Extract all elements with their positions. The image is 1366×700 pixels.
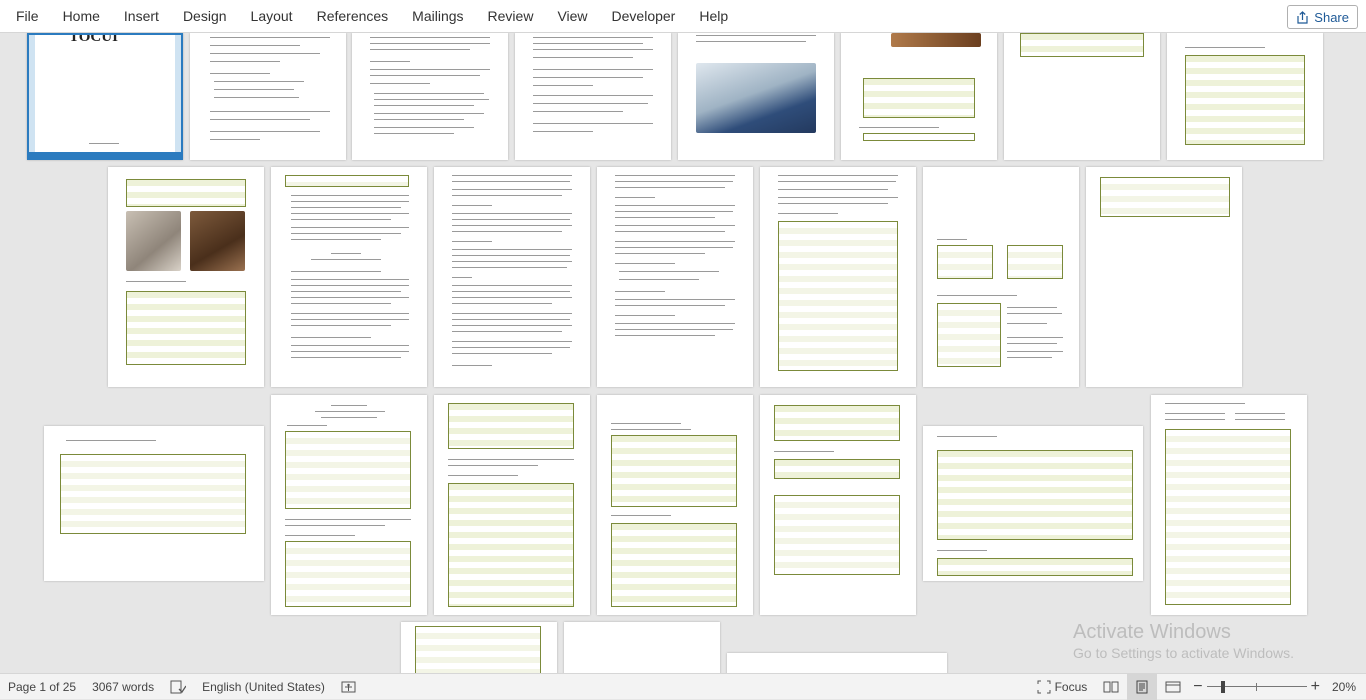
tab-insert[interactable]: Insert	[112, 0, 171, 33]
page18-table-2	[448, 483, 574, 607]
page-24[interactable]	[564, 622, 720, 673]
page16-table	[60, 454, 246, 534]
page15-table	[1100, 177, 1230, 217]
read-mode-icon	[1103, 681, 1119, 693]
page-5[interactable]	[678, 33, 834, 160]
page-19[interactable]	[597, 395, 753, 615]
focus-icon	[1037, 680, 1051, 693]
page-20[interactable]	[760, 395, 916, 615]
page-7[interactable]	[1004, 33, 1160, 160]
proofing-icon	[170, 680, 187, 694]
page6-table	[863, 78, 975, 118]
page-6[interactable]	[841, 33, 997, 160]
page7-table	[1020, 33, 1144, 57]
share-button[interactable]: Share	[1287, 5, 1358, 29]
zoom-slider[interactable]	[1206, 680, 1307, 694]
word-count[interactable]: 3067 words	[84, 680, 162, 694]
fabric-photo-1	[126, 211, 181, 271]
print-layout-button[interactable]	[1127, 673, 1158, 700]
read-mode-button[interactable]	[1095, 679, 1127, 694]
zoom-out-button[interactable]: −	[1189, 678, 1206, 696]
page-1[interactable]: TOCUI	[27, 33, 183, 160]
page-8[interactable]	[1167, 33, 1323, 160]
page6-table-2	[863, 133, 975, 141]
page19-table	[611, 435, 737, 507]
focus-button[interactable]: Focus	[1029, 680, 1096, 694]
tab-design[interactable]: Design	[171, 0, 239, 33]
print-layout-icon	[1136, 680, 1148, 693]
accessibility-indicator[interactable]	[333, 679, 365, 694]
page14-table-2	[1007, 245, 1063, 279]
tab-references[interactable]: References	[305, 0, 401, 33]
page21-table-2	[937, 558, 1133, 576]
page-11[interactable]	[434, 167, 590, 387]
page-9[interactable]	[108, 167, 264, 387]
tab-file[interactable]: File	[0, 0, 51, 33]
page17-table-2	[285, 541, 411, 607]
page20-table-3	[774, 495, 900, 575]
page14-table	[937, 245, 993, 279]
page-3[interactable]	[352, 33, 508, 160]
status-bar: Page 1 of 25 3067 words English (United …	[0, 673, 1366, 700]
page10-table	[285, 175, 409, 187]
page20-table	[774, 405, 900, 441]
page6-photo	[891, 33, 981, 47]
page-13[interactable]	[760, 167, 916, 387]
zoom-in-button[interactable]: +	[1307, 678, 1324, 696]
watermark-title: Activate Windows	[1073, 621, 1231, 643]
page9-table	[126, 179, 246, 207]
ribbon: File Home Insert Design Layout Reference…	[0, 0, 1366, 33]
page14-table-3	[937, 303, 1001, 367]
document-canvas[interactable]: TOCUI	[0, 33, 1366, 673]
tab-layout[interactable]: Layout	[239, 0, 305, 33]
share-icon	[1297, 10, 1308, 24]
focus-label: Focus	[1054, 679, 1088, 694]
page-21[interactable]	[923, 426, 1143, 581]
accessibility-icon	[341, 681, 356, 693]
page-10[interactable]	[271, 167, 427, 387]
tab-developer[interactable]: Developer	[600, 0, 688, 33]
page18-table	[448, 403, 574, 449]
tab-review[interactable]: Review	[476, 0, 546, 33]
page13-table	[778, 221, 898, 371]
page-count[interactable]: Page 1 of 25	[0, 680, 84, 694]
language-indicator[interactable]: English (United States)	[194, 680, 333, 694]
tab-help[interactable]: Help	[687, 0, 740, 33]
tab-home[interactable]: Home	[51, 0, 112, 33]
cover-title: TOCUI	[69, 33, 118, 45]
page-14[interactable]	[923, 167, 1079, 387]
product-photo	[696, 63, 816, 133]
page-23[interactable]	[401, 622, 557, 673]
page-22[interactable]	[1151, 395, 1307, 615]
page-18[interactable]	[434, 395, 590, 615]
page-25[interactable]	[727, 653, 947, 673]
page-17[interactable]	[271, 395, 427, 615]
share-label: Share	[1314, 9, 1349, 25]
fabric-photo-2	[190, 211, 245, 271]
page-2[interactable]	[190, 33, 346, 160]
page20-table-2	[774, 459, 900, 479]
zoom-level[interactable]: 20%	[1324, 680, 1366, 694]
page19-table-2	[611, 523, 737, 607]
tab-mailings[interactable]: Mailings	[400, 0, 475, 33]
zoom-thumb[interactable]	[1220, 680, 1225, 693]
page21-table	[937, 450, 1133, 540]
page-16[interactable]	[44, 426, 264, 581]
page17-table	[285, 431, 411, 509]
page-12[interactable]	[597, 167, 753, 387]
page-15[interactable]	[1086, 167, 1242, 387]
proofing-indicator[interactable]	[162, 679, 194, 694]
page22-table	[1165, 429, 1291, 605]
web-layout-button[interactable]	[1157, 679, 1189, 694]
page8-table	[1185, 55, 1305, 145]
watermark-subtitle: Go to Settings to activate Windows.	[1073, 645, 1294, 661]
page9-table-2	[126, 291, 246, 365]
page23-table	[415, 626, 541, 673]
tab-view[interactable]: View	[545, 0, 599, 33]
web-layout-icon	[1165, 681, 1181, 693]
activate-windows-watermark: Activate Windows Go to Settings to activ…	[1073, 620, 1294, 662]
page-4[interactable]	[515, 33, 671, 160]
